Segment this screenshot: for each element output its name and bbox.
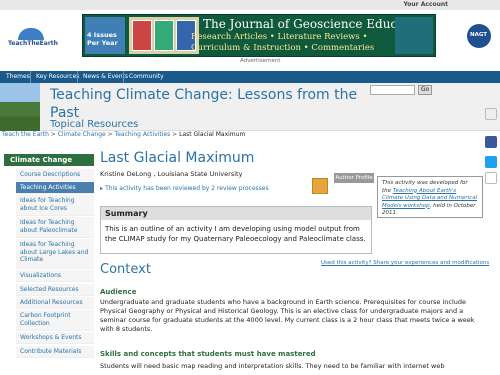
search-go-button[interactable]: Go (418, 85, 432, 95)
nagt-logo-text: NAGT (470, 32, 488, 38)
sidebar-item-visualizations[interactable]: Visualizations (16, 270, 94, 282)
breadcrumb: Teach the Earth > Climate Change > Teach… (2, 131, 245, 138)
sidebar: Climate Change Course Descriptions Teach… (4, 154, 94, 375)
nav-divider (123, 71, 124, 83)
summary-box: Summary This is an outline of an activit… (100, 206, 372, 254)
sidebar-item-selected-resources[interactable]: Selected Resources (16, 284, 94, 296)
nav-key-resources[interactable]: Key Resources (36, 73, 79, 80)
breadcrumb-current-page: Last Glacial Maximum (179, 131, 246, 138)
facebook-icon[interactable] (485, 136, 497, 148)
logo-arc-shape (18, 28, 44, 40)
sidebar-item-paleoclimate[interactable]: Ideas for Teaching about Paleoclimate (16, 217, 94, 238)
share-toolbar (484, 108, 498, 188)
breadcrumb-teaching-activities[interactable]: Teaching Activities (115, 131, 171, 138)
journal-banner-ad[interactable]: 4 Issues Per Year The Journal of Geoscie… (82, 14, 436, 57)
nav-themes[interactable]: Themes (6, 73, 30, 80)
author-line: Kristine DeLong , Louisiana State Univer… (100, 170, 243, 178)
audience-text: Undergraduate and graduate students who … (100, 298, 475, 333)
reviewed-text: This activity has been reviewed by 2 rev… (105, 185, 269, 192)
sidebar-heading[interactable]: Climate Change (4, 154, 94, 166)
top-bar: Your Account (0, 0, 500, 10)
author-profile-button[interactable]: Author Profile (334, 173, 374, 183)
sidebar-item-teaching-activities[interactable]: Teaching Activities (16, 182, 94, 194)
page-title: Last Glacial Maximum (100, 150, 255, 166)
main-nav: Themes Key Resources News & Events Commu… (0, 71, 500, 83)
breadcrumb-teach-the-earth[interactable]: Teach the Earth (2, 131, 49, 138)
twitter-icon[interactable] (485, 156, 497, 168)
reviewed-notice[interactable]: ▸ This activity has been reviewed by 2 r… (100, 185, 269, 192)
sidebar-item-carbon-footprint[interactable]: Carbon Footprint Collection (16, 310, 94, 331)
summary-text: This is an outline of an activity I am d… (105, 225, 366, 243)
banner-journal-covers (129, 17, 199, 54)
sidebar-item-workshops-events[interactable]: Workshops & Events (16, 332, 94, 344)
banner-per-year-text: Per Year (87, 39, 118, 47)
sidebar-item-contribute-materials[interactable]: Contribute Materials (16, 346, 94, 358)
sidebar-item-large-lakes[interactable]: Ideas for Teaching about Large Lakes and… (16, 239, 94, 269)
skills-text: Students will need basic map reading and… (100, 362, 445, 370)
sidebar-item-ice-cores[interactable]: Ideas for Teaching about Ice Cores (16, 195, 94, 216)
header-subtitle[interactable]: Topical Resources (50, 119, 138, 130)
sidebar-item-course-descriptions[interactable]: Course Descriptions (16, 169, 94, 181)
breadcrumb-separator: > (50, 131, 58, 138)
search-input[interactable] (370, 85, 415, 95)
banner-right-image (395, 17, 433, 54)
nav-divider (30, 71, 31, 83)
summary-heading: Summary (101, 207, 371, 220)
header-title-line-1[interactable]: Teaching Climate Change: Lessons from th… (50, 87, 357, 103)
header-landscape-photo (0, 83, 40, 131)
nagt-logo[interactable]: NAGT (467, 24, 491, 48)
share-experiences-link[interactable]: Used this activity? Share your experienc… (321, 260, 489, 266)
your-account-link[interactable]: Your Account (403, 1, 448, 8)
workshop-info-box: This activity was developed for the Teac… (377, 176, 483, 218)
skills-heading: Skills and concepts that students must h… (100, 350, 316, 358)
journal-cover-image (154, 20, 174, 51)
context-heading: Context (100, 262, 151, 277)
logo-text: TeachTheEarth (8, 40, 58, 47)
journal-cover-image (132, 20, 152, 51)
nav-community[interactable]: Community (129, 73, 164, 80)
banner-left-panel: 4 Issues Per Year (85, 17, 125, 54)
banner-line-1: Research Articles • Literature Reviews • (191, 32, 368, 42)
nav-news-events[interactable]: News & Events (83, 73, 128, 80)
review-badge-icon (312, 178, 328, 194)
advertisement-label: Advertisement (240, 58, 281, 64)
sidebar-item-additional-resources[interactable]: Additional Resources (16, 297, 94, 309)
teach-the-earth-logo[interactable]: TeachTheEarth (8, 28, 58, 50)
more-icon[interactable] (485, 172, 497, 184)
banner-issues-text: 4 Issues (87, 31, 117, 39)
banner-line-2: Curriculum & Instruction • Commentaries (191, 43, 375, 53)
breadcrumb-separator: > (107, 131, 115, 138)
nav-divider (77, 71, 78, 83)
audience-heading: Audience (100, 288, 137, 296)
breadcrumb-climate-change[interactable]: Climate Change (58, 131, 106, 138)
print-icon[interactable] (485, 108, 497, 120)
